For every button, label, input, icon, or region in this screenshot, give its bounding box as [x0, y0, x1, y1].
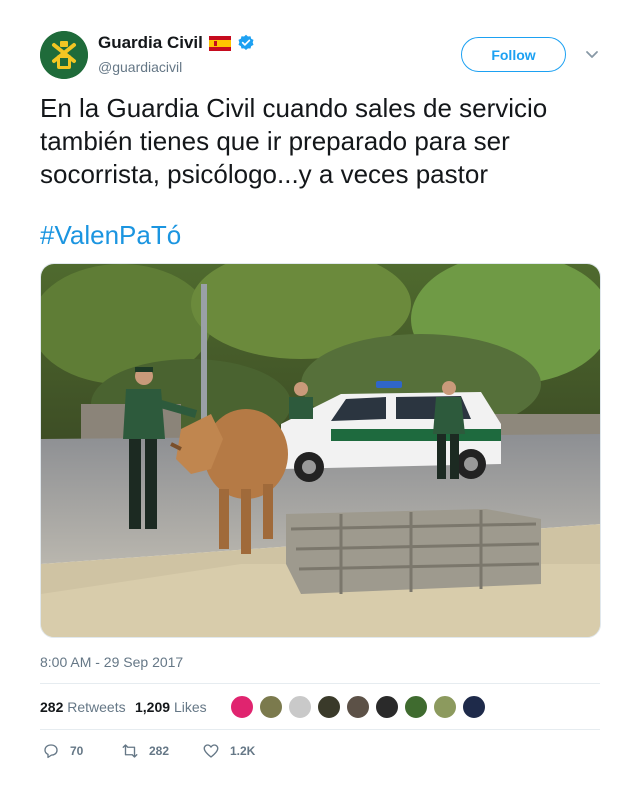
- display-name[interactable]: Guardia Civil: [98, 33, 203, 53]
- like-count: 1.2K: [230, 744, 256, 758]
- reply-button[interactable]: 70: [42, 742, 83, 760]
- likes-stat[interactable]: 1,209 Likes: [135, 699, 207, 715]
- retweet-count: 282: [149, 744, 170, 758]
- retweets-count: 282: [40, 699, 64, 715]
- retweet-icon: [122, 744, 138, 758]
- likes-label: Likes: [173, 699, 207, 715]
- hashtag-link[interactable]: #ValenPaTó: [40, 220, 181, 251]
- retweets-label: Retweets: [67, 699, 126, 715]
- tweet-timestamp[interactable]: 8:00 AM - 29 Sep 2017: [40, 654, 183, 670]
- chevron-down-icon[interactable]: [585, 47, 599, 61]
- spain-flag-icon: [208, 35, 231, 51]
- user-handle[interactable]: @guardiacivil: [98, 59, 182, 75]
- liker-avatar[interactable]: [375, 695, 399, 719]
- retweet-button[interactable]: 282: [121, 742, 169, 760]
- verified-badge-icon: [238, 34, 254, 51]
- tweet-header: Guardia Civil @guardiacivil Follow: [40, 31, 600, 81]
- follow-button[interactable]: Follow: [461, 37, 566, 72]
- tweet-photo[interactable]: [40, 263, 601, 638]
- liker-avatar[interactable]: [404, 695, 428, 719]
- name-row: Guardia Civil: [98, 33, 255, 53]
- stone-wall: [286, 509, 541, 594]
- avatar[interactable]: [40, 31, 88, 79]
- liker-avatars: [230, 695, 486, 719]
- photo-illustration: [41, 264, 600, 637]
- liker-avatar[interactable]: [346, 695, 370, 719]
- like-button[interactable]: 1.2K: [202, 742, 255, 760]
- tweet-text: En la Guardia Civil cuando sales de serv…: [40, 93, 548, 189]
- guardia-civil-emblem-icon: [40, 31, 88, 79]
- heart-icon: [203, 744, 219, 758]
- likes-count: 1,209: [135, 699, 171, 715]
- liker-avatar[interactable]: [230, 695, 254, 719]
- tweet-actions: 70 282 1.2K: [40, 742, 600, 762]
- reply-icon: [44, 744, 58, 759]
- liker-avatar[interactable]: [288, 695, 312, 719]
- liker-avatar[interactable]: [433, 695, 457, 719]
- reply-count: 70: [70, 744, 84, 758]
- liker-avatar[interactable]: [462, 695, 486, 719]
- liker-avatar[interactable]: [317, 695, 341, 719]
- engagement-stats: 282 Retweets 1,209 Likes: [40, 683, 600, 730]
- retweets-stat[interactable]: 282 Retweets: [40, 699, 126, 715]
- liker-avatar[interactable]: [259, 695, 283, 719]
